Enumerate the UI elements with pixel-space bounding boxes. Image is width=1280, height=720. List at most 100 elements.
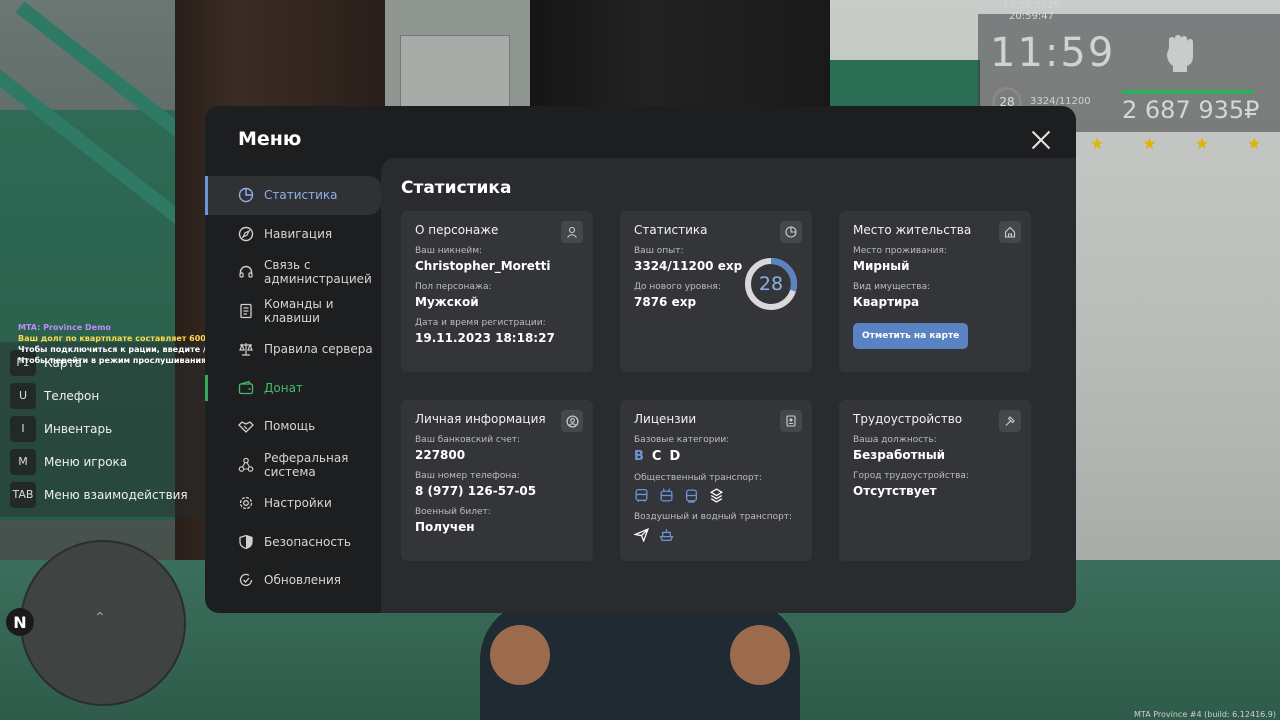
card-title: Трудоустройство [853, 412, 963, 426]
hotkey-list: F1 Карта U Телефон I Инвентарь M Меню иг… [0, 342, 205, 517]
north-indicator: N [6, 608, 34, 636]
sidebar-item-label: Настройки [264, 496, 332, 511]
airplane-icon [634, 528, 649, 542]
position-value: Безработный [853, 448, 946, 462]
sidebar-item-label: Обновления [264, 573, 342, 588]
sidebar-item-settings[interactable]: Настройки [205, 484, 381, 523]
player-menu-window: Меню Статистика Навигация Связь с админи… [205, 106, 1076, 613]
sidebar-item-help[interactable]: Помощь [205, 407, 381, 446]
field-label: Военный билет: [415, 507, 491, 517]
sidebar-item-navigation[interactable]: Навигация [205, 215, 381, 254]
bus-icon [635, 488, 648, 502]
sidebar-item-statistics[interactable]: Статистика [205, 176, 381, 215]
compass-icon [238, 226, 254, 241]
star-icon: ★ [1194, 134, 1210, 153]
metro-icon [709, 488, 724, 503]
sidebar-item-commands[interactable]: Команды и клавиши [205, 292, 381, 331]
field-label: Базовые категории: [634, 435, 730, 445]
sidebar-item-rules[interactable]: Правила сервера [205, 330, 381, 369]
hotkey-key: U [10, 382, 36, 409]
hotkey-label: Меню взаимодействия [44, 487, 188, 502]
sidebar-item-label: Помощь [264, 419, 316, 434]
card-title: Личная информация [415, 412, 546, 426]
trolleybus-icon [660, 488, 673, 502]
star-icon: ★ [1090, 134, 1105, 153]
air-water-transport-icons [634, 527, 798, 542]
field-label: Ваш никнейм: [415, 246, 483, 256]
player-arrow-icon: ⌃ [94, 610, 106, 626]
fist-icon [1160, 34, 1200, 74]
card-title: Статистика [634, 223, 708, 237]
registration-value: 19.11.2023 18:18:27 [415, 331, 555, 345]
hotkey-key: TAB [10, 481, 36, 508]
hotkey-item: TAB Меню взаимодействия [10, 478, 205, 511]
field-label: Ваша должность: [853, 435, 937, 445]
hotkey-key: I [10, 415, 36, 442]
hotkey-label: Инвентарь [44, 421, 113, 436]
public-transport-icons [634, 488, 798, 503]
field-label: Ваш банковский счет: [415, 435, 521, 445]
property-type-value: Квартира [853, 295, 920, 309]
field-label: Дата и время регистрации: [415, 318, 546, 328]
mark-on-map-button[interactable]: Отметить на карте [853, 323, 969, 349]
card-title: О персонаже [415, 223, 499, 237]
character-card: О персонаже Ваш никнейм: Christopher_Mor… [401, 211, 593, 372]
menu-sidebar: Статистика Навигация Связь с администрац… [205, 176, 381, 600]
field-label: Общественный транспорт: [634, 473, 762, 483]
network-icon [238, 457, 254, 472]
user-circle-icon [561, 410, 583, 432]
scene-plaque [400, 35, 510, 115]
license-category: C [651, 449, 662, 464]
license-category: D [669, 449, 681, 464]
sidebar-item-updates[interactable]: Обновления [205, 561, 381, 600]
field-label: Ваш номер телефона: [415, 471, 520, 481]
ship-icon [659, 529, 674, 542]
document-icon [240, 303, 252, 318]
sidebar-item-label: Безопасность [264, 534, 351, 549]
sidebar-item-label: Статистика [264, 188, 338, 203]
player-hand [490, 625, 550, 685]
hotkey-item: I Инвентарь [10, 412, 205, 445]
user-icon [561, 221, 583, 243]
headset-icon [239, 266, 253, 278]
license-icon [780, 410, 802, 432]
content-title: Статистика [401, 178, 512, 198]
handshake-icon [238, 421, 254, 434]
level-value: 28 [758, 273, 784, 295]
licenses-card: Лицензии Базовые категории: B C D Общест… [620, 400, 812, 561]
sidebar-item-donate[interactable]: Донат [205, 369, 381, 408]
sidebar-item-label: Команды и клавиши [264, 296, 334, 325]
player-hand [730, 625, 790, 685]
close-button[interactable] [1029, 128, 1053, 152]
sidebar-item-admin-contact[interactable]: Связь с администрацией [205, 253, 381, 292]
residence-value: Мирный [853, 259, 910, 273]
hotkey-item: M Меню игрока [10, 445, 205, 478]
sidebar-item-referral[interactable]: Реферальная система [205, 446, 381, 485]
field-label: Город трудоустройства: [853, 471, 969, 481]
star-icon: ★ [1142, 134, 1157, 153]
military-id-value: Получен [415, 520, 475, 534]
home-icon [999, 221, 1021, 243]
nickname-value: Christopher_Moretti [415, 259, 551, 273]
field-label: Ваш опыт: [634, 246, 684, 256]
menu-title: Меню [238, 128, 302, 150]
license-category: B [634, 449, 644, 464]
field-label: Вид имущества: [853, 282, 931, 292]
hammer-icon [999, 410, 1021, 432]
scales-icon [239, 343, 253, 356]
phone-number-value: 8 (977) 126-57-05 [415, 484, 537, 498]
bank-account-value: 227800 [415, 448, 466, 462]
hud-money: 2 687 935₽ [1122, 96, 1260, 124]
refresh-check-icon [239, 574, 253, 587]
sidebar-item-security[interactable]: Безопасность [205, 523, 381, 562]
wanted-stars: ★ ★ ★ ★ [1090, 136, 1261, 152]
employment-card: Трудоустройство Ваша должность: Безработ… [839, 400, 1031, 561]
sidebar-item-label: Навигация [264, 226, 333, 241]
stats-card: Статистика Ваш опыт: 3324/11200 exp До н… [620, 211, 812, 372]
hotkey-label: Меню игрока [44, 454, 128, 469]
sidebar-item-label: Связь с администрацией [264, 258, 372, 287]
wallet-icon [238, 380, 254, 394]
job-city-value: Отсутствует [853, 484, 937, 498]
statistics-panel: Статистика О персонаже Ваш никнейм: Chri… [381, 158, 1076, 613]
hud-datetime: 19.08.2025 20:59:47 [1002, 0, 1061, 22]
